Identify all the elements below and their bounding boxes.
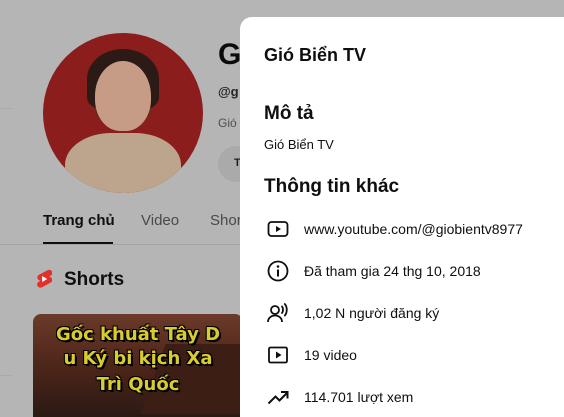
about-panel-title: Gió Biển TV [264, 45, 367, 65]
other-info-heading: Thông tin khác [264, 176, 400, 197]
youtube-link-icon [267, 221, 289, 237]
sidebar-divider [0, 108, 12, 109]
info-row-channel-url[interactable]: www.youtube.com/@giobientv8977 [264, 215, 554, 243]
tab-videos[interactable]: Video [141, 212, 179, 229]
about-panel: Gió Biển TV Mô tả Gió Biển TV Thông tin … [240, 17, 564, 417]
tab-shorts[interactable]: Shor [210, 212, 242, 229]
info-row-subscribers: 1,02 N người đăng ký [264, 299, 554, 327]
joined-date: Đã tham gia 24 thg 10, 2018 [304, 263, 481, 279]
trending-icon [267, 391, 289, 405]
subscribers-icon [267, 303, 288, 323]
shorts-thumbnail[interactable]: Gốc khuất Tây D u Ký bi kịch Xa Trì Quốc [33, 314, 243, 417]
thumbnail-caption-line: u Ký bi kịch Xa [63, 348, 213, 369]
avatar-body [65, 133, 181, 193]
channel-description-snippet[interactable]: Gió [218, 116, 237, 130]
description-text: Gió Biển TV [264, 137, 334, 152]
channel-avatar[interactable] [43, 33, 203, 193]
view-count: 114.701 lượt xem [304, 389, 414, 405]
tabs-divider [0, 244, 240, 245]
sidebar-divider [0, 375, 12, 376]
thumbnail-caption-line: Gốc khuất Tây D [55, 324, 221, 345]
shorts-section-title: Shorts [64, 269, 125, 290]
info-icon [267, 260, 289, 282]
video-count: 19 video [304, 347, 357, 363]
subscriber-count: 1,02 N người đăng ký [304, 305, 440, 321]
info-row-videos: 19 video [264, 341, 554, 369]
info-row-joined: Đã tham gia 24 thg 10, 2018 [264, 257, 554, 285]
channel-handle: @g [218, 84, 239, 99]
video-icon [268, 346, 288, 364]
channel-url-link[interactable]: www.youtube.com/@giobientv8977 [304, 221, 523, 237]
info-row-views: 114.701 lượt xem [264, 383, 554, 411]
avatar-face [95, 61, 151, 131]
tab-home[interactable]: Trang chủ [43, 212, 115, 229]
thumbnail-caption-line: Trì Quốc [96, 374, 180, 395]
description-heading: Mô tả [264, 103, 314, 124]
shorts-icon [37, 269, 52, 288]
